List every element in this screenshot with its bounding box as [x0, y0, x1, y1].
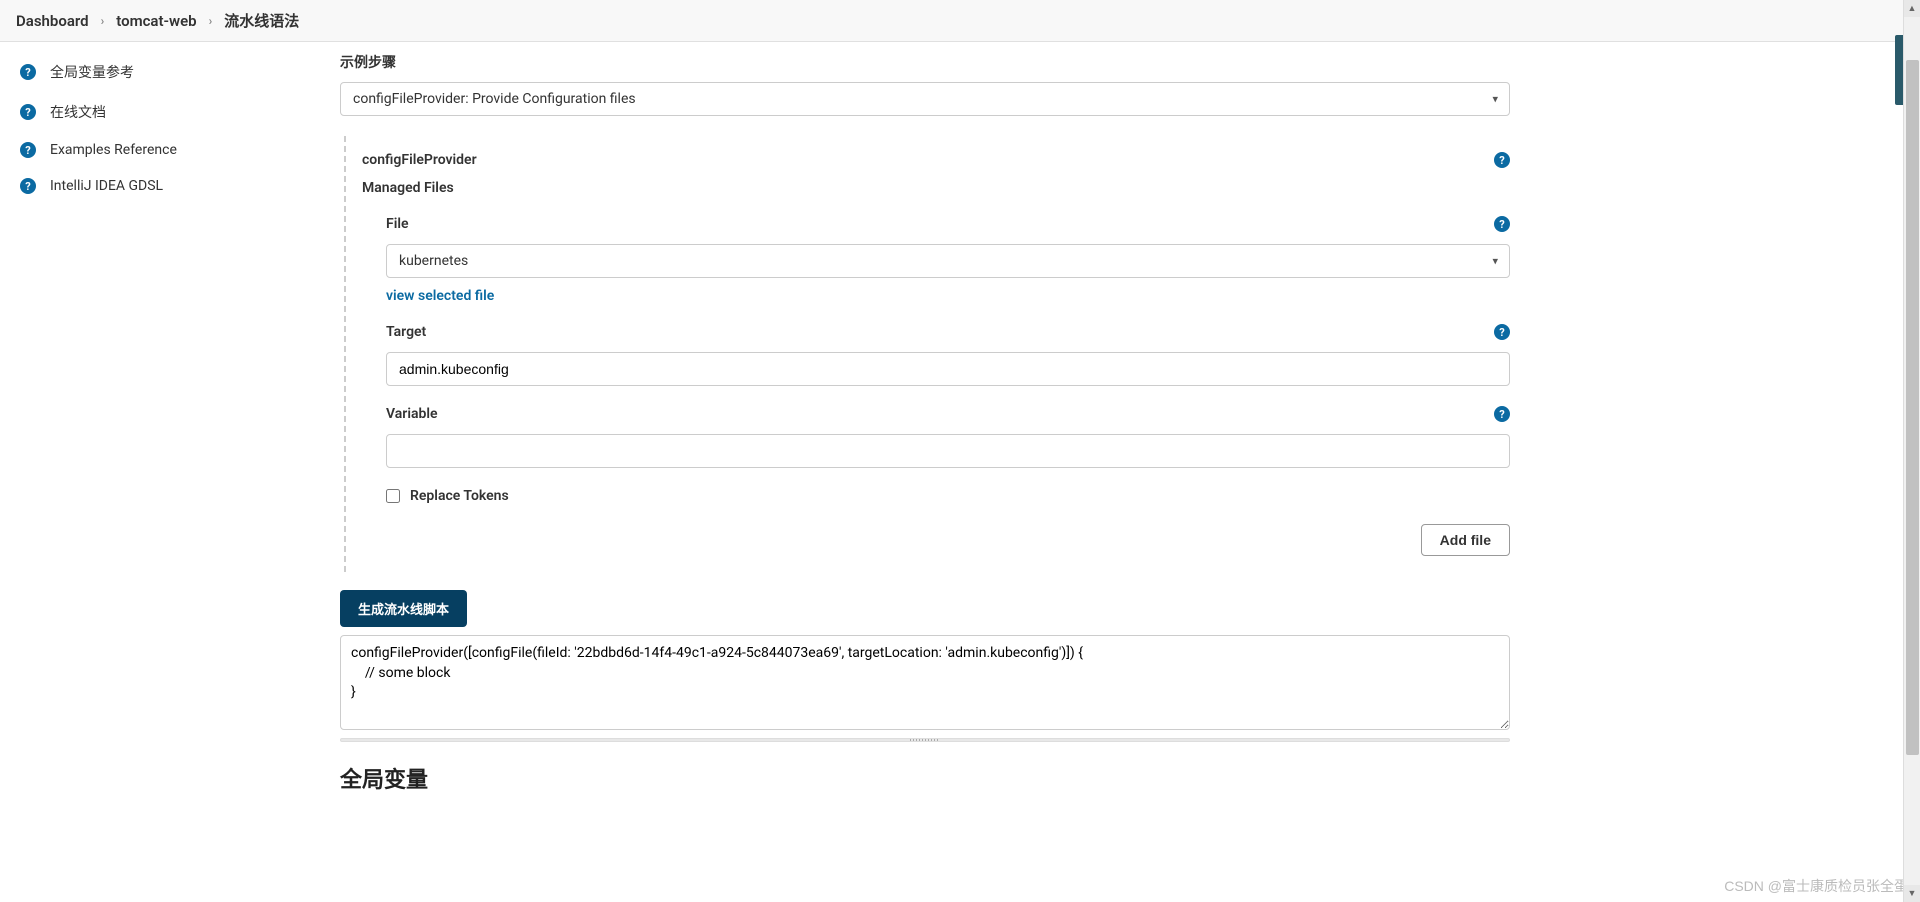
replace-tokens-label: Replace Tokens [410, 488, 509, 504]
breadcrumb-page[interactable]: 流水线语法 [224, 10, 299, 31]
view-selected-file-link[interactable]: view selected file [386, 288, 494, 304]
sidebar-item-label: Examples Reference [50, 142, 177, 158]
file-label: File [386, 216, 409, 232]
watermark: CSDN @富士康质检员张全蛋 [1724, 876, 1908, 896]
help-icon[interactable]: ? [1494, 216, 1510, 232]
replace-tokens-checkbox[interactable] [386, 489, 400, 503]
script-output[interactable]: configFileProvider([configFile(fileId: '… [340, 635, 1510, 730]
scrollbar[interactable]: ▲ ▼ [1903, 0, 1920, 902]
main-content: 示例步骤 configFileProvider: Provide Configu… [310, 42, 1540, 814]
scroll-up-icon[interactable]: ▲ [1904, 0, 1920, 17]
sidebar-item-globals[interactable]: ? 全局变量参考 [0, 52, 310, 92]
help-icon: ? [20, 142, 36, 158]
help-icon[interactable]: ? [1494, 406, 1510, 422]
help-icon: ? [20, 178, 36, 194]
sidebar-item-label: 全局变量参考 [50, 62, 134, 82]
step-select[interactable]: configFileProvider: Provide Configuratio… [340, 82, 1510, 116]
breadcrumb-dashboard[interactable]: Dashboard [16, 12, 89, 30]
target-input[interactable] [386, 352, 1510, 386]
variable-input[interactable] [386, 434, 1510, 468]
sidebar-item-label: IntelliJ IDEA GDSL [50, 178, 163, 194]
breadcrumb: Dashboard › tomcat-web › 流水线语法 [0, 0, 1920, 42]
file-select[interactable]: kubernetes [386, 244, 1510, 278]
provider-title: configFileProvider [362, 152, 477, 168]
target-label: Target [386, 324, 426, 340]
help-icon: ? [20, 104, 36, 120]
help-icon[interactable]: ? [1494, 152, 1510, 168]
resize-handle[interactable] [340, 738, 1510, 742]
global-vars-title: 全局变量 [340, 762, 1510, 794]
help-icon: ? [20, 64, 36, 80]
help-icon[interactable]: ? [1494, 324, 1510, 340]
chevron-right-icon: › [101, 14, 105, 28]
scroll-down-icon[interactable]: ▼ [1904, 885, 1920, 902]
sidebar-item-examples[interactable]: ? Examples Reference [0, 132, 310, 168]
side-handle[interactable] [1895, 35, 1903, 105]
breadcrumb-project[interactable]: tomcat-web [116, 12, 196, 30]
sample-step-label: 示例步骤 [340, 52, 1510, 72]
sidebar: ? 全局变量参考 ? 在线文档 ? Examples Reference ? I… [0, 42, 310, 814]
sidebar-item-label: 在线文档 [50, 102, 106, 122]
variable-label: Variable [386, 406, 438, 422]
generate-script-button[interactable]: 生成流水线脚本 [340, 590, 467, 627]
grip-icon [910, 739, 940, 741]
sidebar-item-gdsl[interactable]: ? IntelliJ IDEA GDSL [0, 168, 310, 204]
chevron-right-icon: › [209, 14, 213, 28]
sidebar-item-docs[interactable]: ? 在线文档 [0, 92, 310, 132]
managed-files-label: Managed Files [362, 180, 454, 196]
add-file-button[interactable]: Add file [1421, 524, 1510, 556]
scroll-thumb[interactable] [1906, 60, 1919, 754]
